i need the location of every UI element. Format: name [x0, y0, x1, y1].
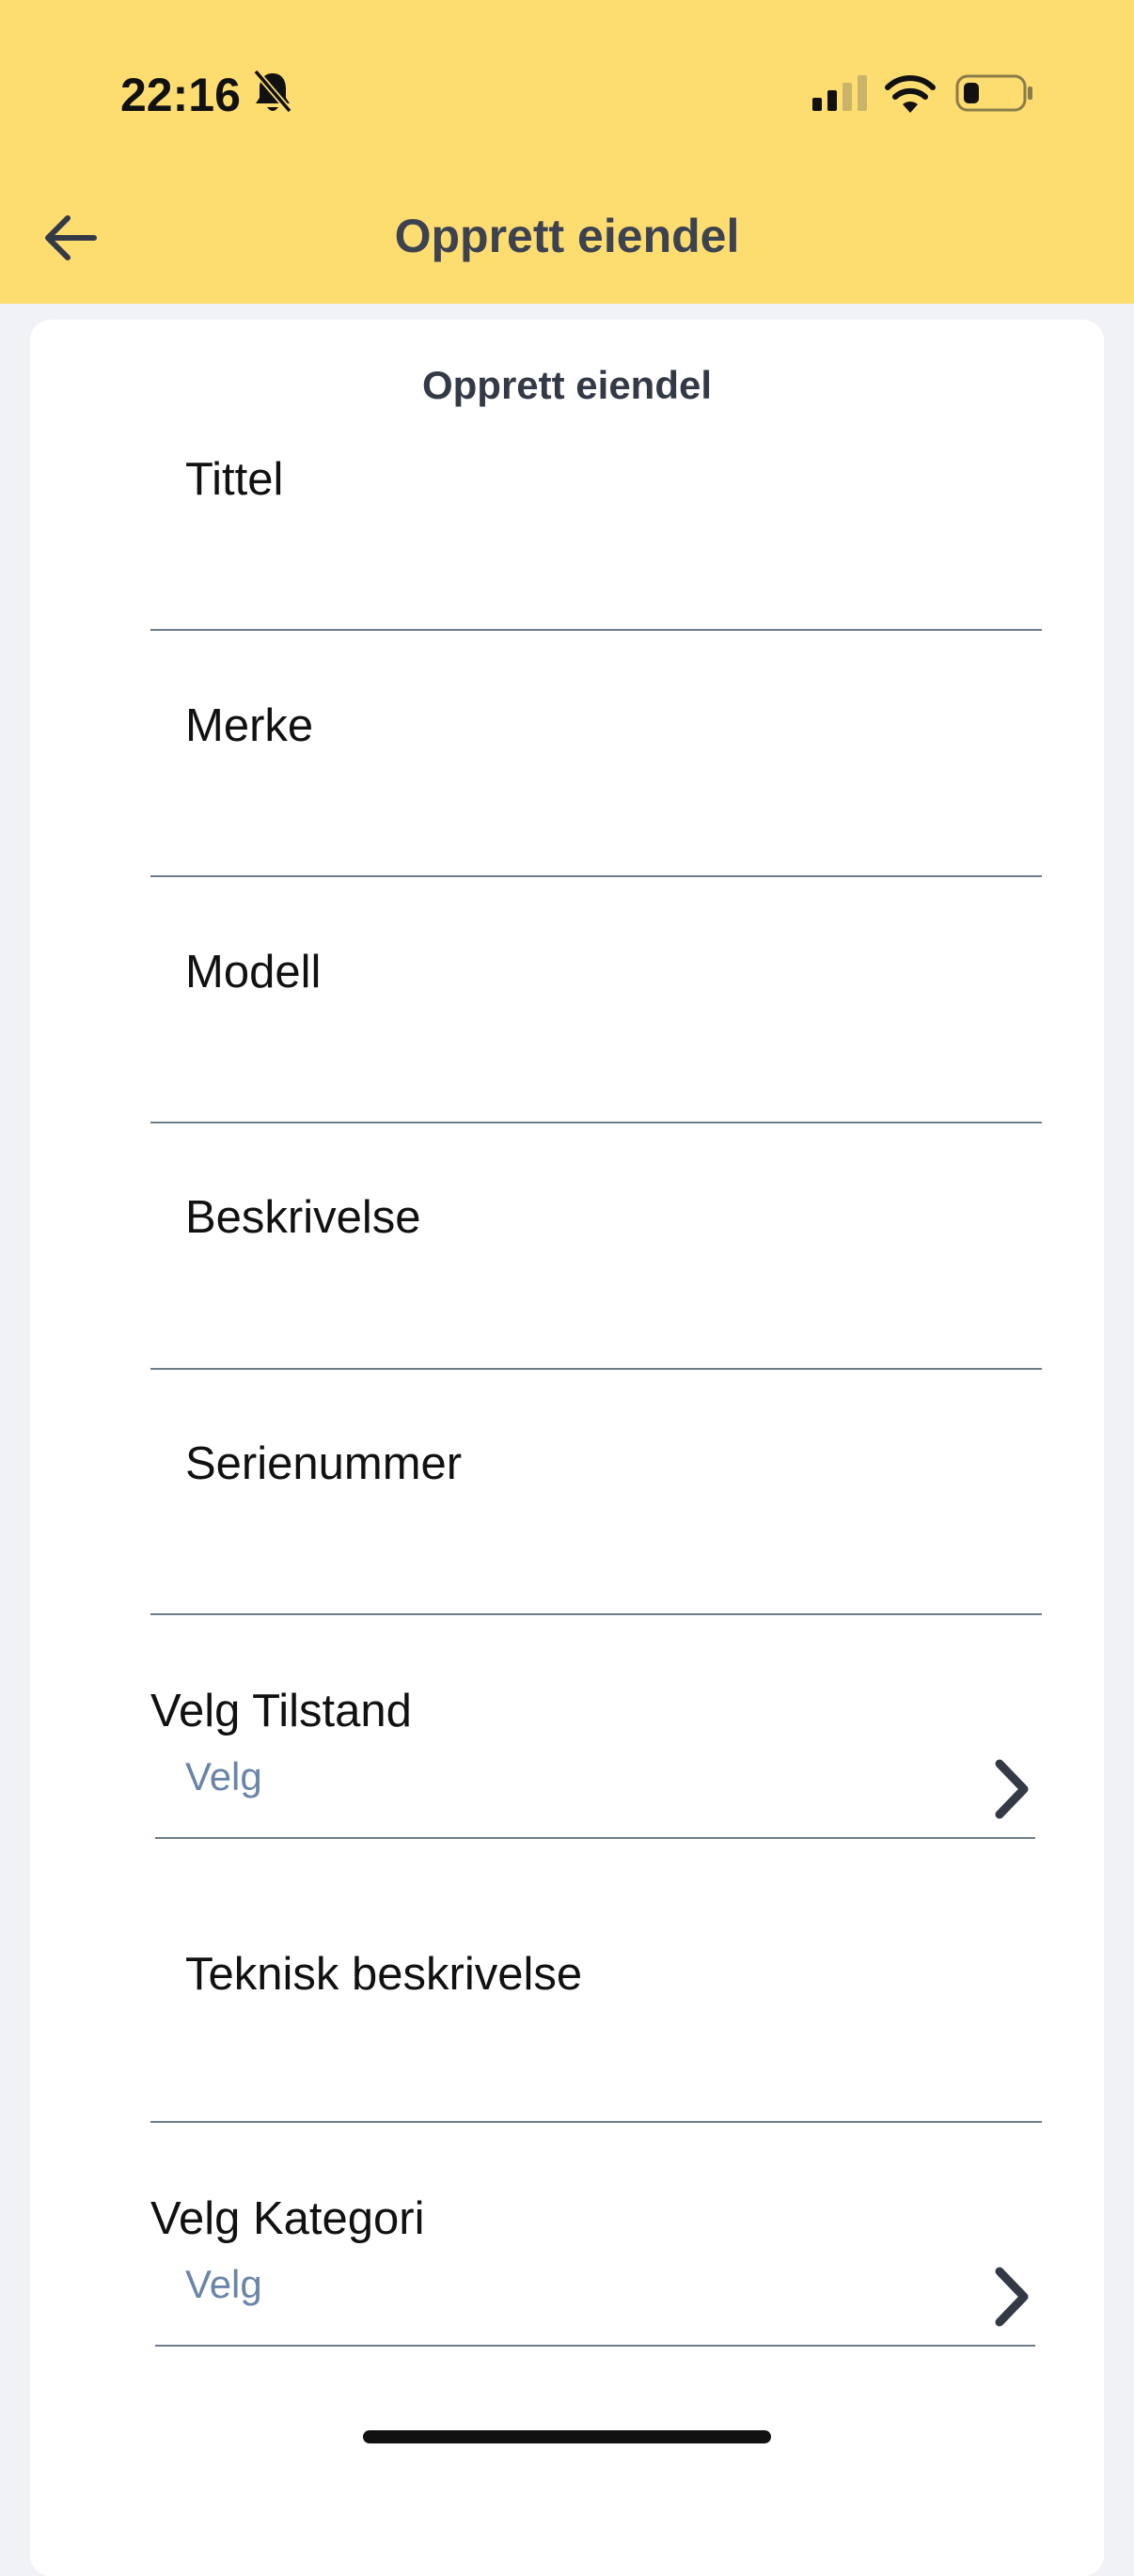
serial-number-field[interactable]: [150, 1426, 1046, 1616]
cellular-signal-icon: [812, 75, 867, 111]
condition-select[interactable]: Velg: [155, 1754, 1035, 1839]
model-field[interactable]: [150, 935, 1046, 1124]
wifi-icon: [885, 75, 936, 113]
battery-icon: [955, 74, 1032, 112]
form-title: Opprett eiendel: [421, 363, 713, 407]
chevron-right-icon: [995, 1759, 1029, 1819]
condition-select-value: Velg: [185, 1754, 262, 1798]
category-select-underline: [155, 2345, 1035, 2347]
serial-number-field-underline: [150, 1613, 1042, 1615]
bell-slash-icon: [253, 69, 292, 114]
title-field-underline: [150, 629, 1042, 631]
brand-field[interactable]: [150, 688, 1046, 878]
category-select-value: Velg: [185, 2262, 262, 2306]
title-field[interactable]: [150, 442, 1046, 632]
home-indicator[interactable]: [363, 2430, 771, 2443]
status-time: 22:16: [120, 69, 241, 121]
page-title: Opprett eiendel: [394, 210, 740, 262]
technical-description-field[interactable]: [150, 1937, 1046, 2122]
brand-field-underline: [150, 875, 1042, 877]
description-field-underline: [150, 1368, 1042, 1370]
model-field-underline: [150, 1122, 1042, 1123]
description-field[interactable]: [150, 1180, 1046, 1370]
technical-description-field-underline: [150, 2121, 1042, 2123]
chevron-right-icon: [995, 2267, 1029, 2327]
condition-select-label: Velg Tilstand: [150, 1686, 412, 1736]
condition-select-underline: [155, 1837, 1035, 1839]
category-select-label: Velg Kategori: [150, 2193, 425, 2244]
category-select[interactable]: Velg: [155, 2262, 1035, 2347]
